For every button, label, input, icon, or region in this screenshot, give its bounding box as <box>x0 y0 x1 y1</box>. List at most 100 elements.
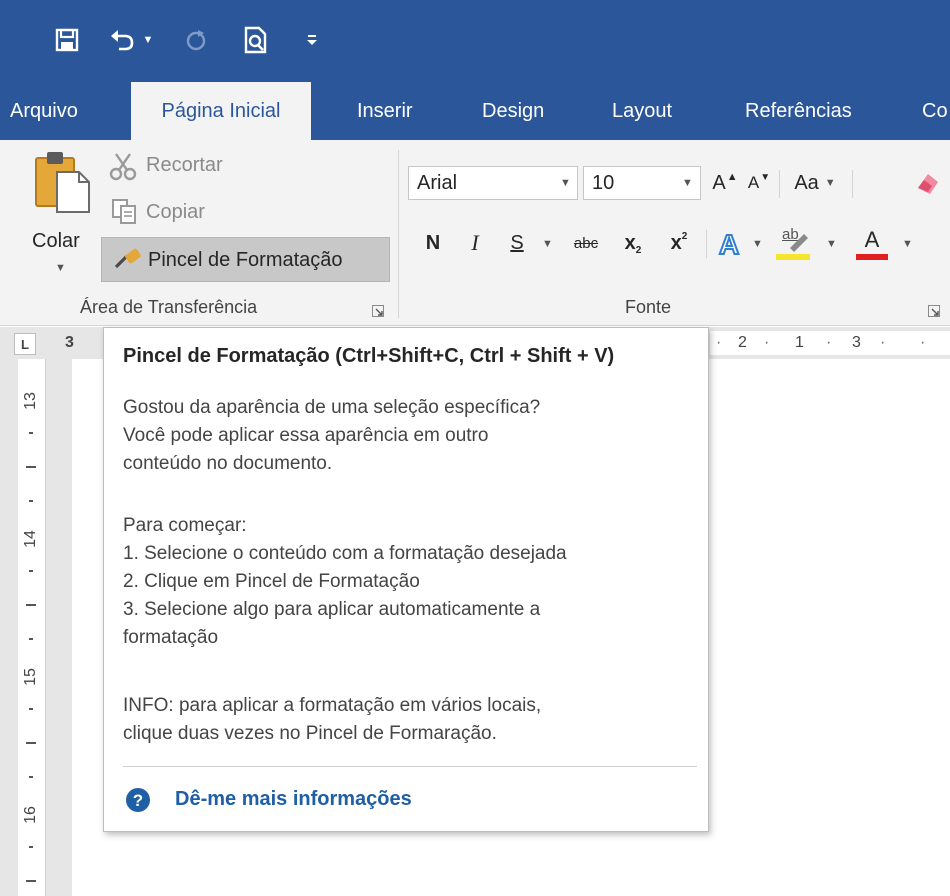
clipboard-launcher-icon[interactable] <box>372 304 384 317</box>
tab-selector-button[interactable]: L <box>14 333 36 355</box>
italic-button[interactable]: I <box>462 226 488 260</box>
font-color-button[interactable]: A <box>856 226 890 262</box>
ruler-tick: · <box>716 334 722 351</box>
font-group-label: Fonte <box>625 297 672 317</box>
page-margin-strip <box>46 359 72 896</box>
svg-text:A: A <box>719 229 739 260</box>
font-separator <box>852 170 853 198</box>
tooltip-line: Você pode aplicar essa aparência em outr… <box>123 425 489 446</box>
tooltip-line: Gostou da aparência de uma seleção espec… <box>123 397 541 418</box>
font-color-dropdown-icon[interactable]: ▼ <box>902 238 913 250</box>
tab-design[interactable]: Design <box>482 82 544 140</box>
clipboard-group-label: Área de Transferência <box>80 297 258 317</box>
ruler-number: 14 <box>21 530 39 548</box>
more-info-link[interactable]: Dê-me mais informações <box>175 788 412 811</box>
tooltip-step: 2. Clique em Pincel de Formatação <box>123 571 420 592</box>
ruler-mark: 3 <box>65 334 74 351</box>
scissors-icon <box>108 151 140 181</box>
ruler-tick <box>26 466 36 468</box>
ruler-tick: · <box>826 334 832 351</box>
tooltip-paragraph: Gostou da aparência de uma seleção espec… <box>123 394 540 478</box>
font-name-combo[interactable]: Arial <box>408 166 578 200</box>
highlighter-icon <box>790 234 808 252</box>
tooltip-title: Pincel de Formatação (Ctrl+Shift+C, Ctrl… <box>123 345 615 367</box>
tooltip-step: 1. Selecione o conteúdo com a formatação… <box>123 543 567 564</box>
tooltip-step: formatação <box>123 627 219 648</box>
tab-correspondencias[interactable]: Co <box>922 82 948 140</box>
ruler-mark: 1 <box>795 334 804 351</box>
undo-icon[interactable] <box>106 22 138 58</box>
help-icon[interactable]: ? <box>125 787 151 813</box>
format-painter-button[interactable]: Pincel de Formatação <box>101 237 390 282</box>
ruler-tick: · <box>880 334 886 351</box>
ruler-number: 13 <box>21 392 39 410</box>
ruler-mark: 2 <box>738 334 747 351</box>
ruler-tick <box>26 880 36 882</box>
copy-button[interactable]: Copiar <box>146 201 205 224</box>
group-separator <box>398 150 399 318</box>
tooltip-line: INFO: para aplicar a formatação em vário… <box>123 695 542 716</box>
font-separator <box>779 170 780 198</box>
undo-dropdown-icon[interactable]: ▼ <box>140 22 156 58</box>
font-color-bar <box>856 254 888 260</box>
font-size-dropdown-icon[interactable]: ▼ <box>682 177 693 189</box>
grow-font-button[interactable]: A ▲ <box>710 166 740 200</box>
font-name-value: Arial <box>417 171 458 194</box>
highlight-color-bar <box>776 254 810 260</box>
font-separator <box>706 230 707 258</box>
ruler-tick <box>26 604 36 606</box>
tab-layout[interactable]: Layout <box>612 82 672 140</box>
change-case-label: Aa <box>794 171 819 194</box>
clear-formatting-icon[interactable] <box>912 168 942 198</box>
change-case-button[interactable]: Aa ▼ <box>786 166 844 200</box>
ruler-tick <box>29 776 33 778</box>
highlight-dropdown-icon[interactable]: ▼ <box>826 238 837 250</box>
svg-text:?: ? <box>133 791 143 810</box>
ruler-tick <box>26 742 36 744</box>
format-painter-label: Pincel de Formatação <box>148 249 343 271</box>
font-size-value: 10 <box>592 171 615 194</box>
ruler-tick <box>29 570 33 572</box>
tooltip-divider <box>123 766 697 767</box>
highlight-button[interactable]: ab <box>774 226 814 262</box>
tooltip-line: conteúdo no documento. <box>123 453 333 474</box>
tooltip-info: INFO: para aplicar a formatação em vário… <box>123 692 541 748</box>
cut-button[interactable]: Recortar <box>146 154 223 177</box>
tooltip-step: 3. Selecione algo para aplicar automatic… <box>123 599 541 620</box>
font-color-label: A <box>864 227 880 252</box>
font-name-dropdown-icon[interactable]: ▼ <box>560 177 571 189</box>
strikethrough-button[interactable]: abc <box>566 226 606 260</box>
shrink-font-button[interactable]: A ▼ <box>744 166 774 200</box>
tooltip-steps-heading: Para começar: <box>123 515 247 536</box>
subscript-label: x <box>624 231 636 254</box>
print-preview-icon[interactable] <box>238 22 274 58</box>
ruler-tick: · <box>920 334 926 351</box>
ruler-tick: · <box>764 334 770 351</box>
font-launcher-icon[interactable] <box>928 304 940 317</box>
underline-button[interactable]: S <box>504 226 530 260</box>
ruler-tick <box>29 638 33 640</box>
bold-button[interactable]: N <box>420 226 446 260</box>
ruler-tick <box>29 846 33 848</box>
tab-inserir[interactable]: Inserir <box>357 82 413 140</box>
paste-button[interactable]: Colar <box>32 230 80 253</box>
tab-referencias[interactable]: Referências <box>745 82 852 140</box>
text-effects-dropdown-icon[interactable]: ▼ <box>752 238 763 250</box>
left-margin-area <box>0 359 18 896</box>
paste-dropdown-icon[interactable]: ▼ <box>55 262 66 274</box>
ruler-number: 16 <box>21 806 39 824</box>
save-icon[interactable] <box>50 22 84 58</box>
customize-qat-icon[interactable] <box>302 22 322 58</box>
ruler-number: 15 <box>21 668 39 686</box>
tab-pagina-inicial[interactable]: Página Inicial <box>131 82 311 140</box>
tab-arquivo[interactable]: Arquivo <box>10 82 78 140</box>
underline-dropdown-icon[interactable]: ▼ <box>542 238 553 250</box>
grow-font-icon: A <box>712 171 726 194</box>
redo-icon <box>180 22 212 58</box>
paste-icon[interactable] <box>33 148 95 216</box>
tooltip-line: clique duas vezes no Pincel de Formaraçã… <box>123 723 497 744</box>
text-effects-icon[interactable]: A <box>716 228 746 261</box>
superscript-button[interactable]: x2 <box>662 226 696 260</box>
subscript-button[interactable]: x2 <box>616 226 650 260</box>
superscript-label: x <box>670 231 682 254</box>
